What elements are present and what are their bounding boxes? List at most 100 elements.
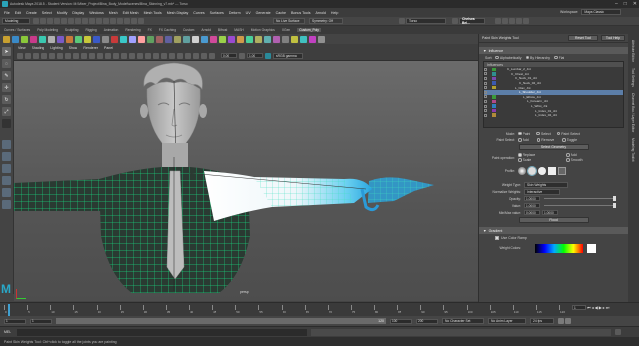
value-slider[interactable] xyxy=(544,203,616,208)
lock-icon[interactable] xyxy=(484,76,487,80)
menu-help[interactable]: Help xyxy=(331,11,338,15)
influence-color-swatch[interactable] xyxy=(492,85,496,90)
attribute-editor-icon[interactable] xyxy=(509,18,515,24)
shelf-tool-icon[interactable] xyxy=(219,35,226,43)
shelf-tool-icon[interactable] xyxy=(165,35,172,43)
fps-dropdown[interactable]: 24 fps xyxy=(530,318,554,324)
viewport-menu-show[interactable]: Show xyxy=(69,46,78,50)
gamma-icon[interactable] xyxy=(239,52,245,59)
shelf-tool-icon[interactable] xyxy=(48,35,55,43)
soft-brush-icon[interactable] xyxy=(527,166,537,176)
outliner-view-icon[interactable] xyxy=(2,164,11,173)
shelf-tool-icon[interactable] xyxy=(75,35,82,43)
influence-row[interactable]: L_Index_02_Jnt xyxy=(484,113,623,118)
lock-icon[interactable] xyxy=(484,86,487,90)
move-tool-icon[interactable]: ✛ xyxy=(2,83,11,92)
render-icon[interactable] xyxy=(124,18,130,24)
gate-mask-icon[interactable] xyxy=(73,52,79,59)
menu-edit[interactable]: Edit xyxy=(15,11,21,15)
workspace-selector[interactable]: Workspace: Maya Classic xyxy=(560,9,622,15)
lock-icon[interactable] xyxy=(484,104,487,108)
menu-uv[interactable]: UV xyxy=(246,11,251,15)
sort-option[interactable]: By Hierarchy xyxy=(525,56,550,60)
influence-color-swatch[interactable] xyxy=(492,81,496,85)
paint-op-option[interactable]: Add xyxy=(566,153,614,157)
mode-radio[interactable] xyxy=(556,131,561,136)
shelf-tool-icon[interactable] xyxy=(138,35,145,43)
selected-color-swatch[interactable] xyxy=(587,243,596,253)
select-hierarchy-icon[interactable] xyxy=(68,18,74,24)
shelf-tool-icon[interactable] xyxy=(309,35,316,43)
redo-icon[interactable] xyxy=(61,18,67,24)
shadows-icon[interactable] xyxy=(137,52,143,59)
shelf-tool-icon[interactable] xyxy=(300,35,307,43)
film-gate-icon[interactable] xyxy=(57,52,63,59)
shelf-tool-icon[interactable] xyxy=(174,35,181,43)
scale-tool-icon[interactable]: ⤢ xyxy=(2,107,11,116)
paint-select-radio[interactable] xyxy=(536,138,541,142)
xray-active-icon[interactable] xyxy=(193,52,199,59)
textured-icon[interactable] xyxy=(121,52,127,59)
value-field[interactable]: 1.0000 xyxy=(524,203,540,208)
rotate-tool-icon[interactable]: ↻ xyxy=(2,95,11,104)
menu-file[interactable]: File xyxy=(4,11,10,15)
shelf-tab-bifrost[interactable]: Bifrost xyxy=(218,28,227,32)
channel-box-icon[interactable] xyxy=(523,18,529,24)
history-icon[interactable] xyxy=(117,18,123,24)
maximize-icon[interactable]: □ xyxy=(624,1,627,7)
anim-prefs-icon[interactable] xyxy=(565,318,571,324)
shelf-tool-icon[interactable] xyxy=(318,35,325,43)
modeling-toolkit-icon[interactable] xyxy=(495,18,501,24)
range-start-field[interactable]: 1 xyxy=(30,318,52,324)
menu-create[interactable]: Create xyxy=(26,11,37,15)
depth-of-field-icon[interactable] xyxy=(169,52,175,59)
minimize-icon[interactable]: – xyxy=(615,1,618,7)
lock-icon[interactable] xyxy=(484,90,487,94)
influence-color-swatch[interactable] xyxy=(492,99,496,104)
script-editor-icon[interactable] xyxy=(615,329,622,335)
weight-type-dropdown[interactable]: Skin Weights xyxy=(524,181,568,188)
menu-edit-mesh[interactable]: Edit Mesh xyxy=(123,11,139,15)
shelf-tab-arnold[interactable]: Arnold xyxy=(201,28,211,32)
mode-radio[interactable] xyxy=(536,131,540,136)
anim-layer-dropdown[interactable]: No Anim Layer xyxy=(488,318,526,324)
shelf-tool-icon[interactable] xyxy=(111,35,118,43)
side-tab-tool-settings[interactable]: Tool Settings xyxy=(631,68,635,87)
image-plane-icon[interactable] xyxy=(41,52,47,59)
use-all-lights-icon[interactable] xyxy=(129,52,135,59)
menu-modify[interactable]: Modify xyxy=(57,11,68,15)
shelf-tool-icon[interactable] xyxy=(273,35,280,43)
end-time-field[interactable]: 200 xyxy=(416,318,438,324)
color-management-icon[interactable] xyxy=(265,52,271,59)
weight-color-ramp[interactable] xyxy=(535,243,583,253)
shelf-tab-motion-graphics[interactable]: Motion Graphics xyxy=(251,28,275,32)
influence-color-swatch[interactable] xyxy=(492,108,496,113)
menu-bonus-tools[interactable]: Bonus Tools xyxy=(291,11,311,15)
bookmarks-icon[interactable] xyxy=(33,52,39,59)
shelf-tool-icon[interactable] xyxy=(66,35,73,43)
shelf-tool-icon[interactable] xyxy=(3,35,10,43)
side-tab-channel-box-layer-editor[interactable]: Channel Box / Layer Editor xyxy=(631,93,635,132)
shelf-tool-icon[interactable] xyxy=(30,35,37,43)
new-scene-icon[interactable] xyxy=(33,18,39,24)
shelf-tool-icon[interactable] xyxy=(93,35,100,43)
lasso-tool-icon[interactable]: ◌ xyxy=(2,59,11,68)
side-tab-modeling-toolkit[interactable]: Modeling Toolkit xyxy=(631,138,635,162)
symmetry-dropdown[interactable]: Symmetry: Off xyxy=(309,18,343,24)
paint-select-option[interactable]: Add xyxy=(518,138,529,142)
shelf-tool-icon[interactable] xyxy=(192,35,199,43)
four-view-icon[interactable] xyxy=(2,152,11,161)
shelf-tab-custom[interactable]: Custom xyxy=(183,28,194,32)
shelf-tab-mash[interactable]: MASH xyxy=(234,28,244,32)
menu-mesh-display[interactable]: Mesh Display xyxy=(167,11,189,15)
shelf-tool-icon[interactable] xyxy=(156,35,163,43)
snap-grid-icon[interactable] xyxy=(89,18,95,24)
shelf-tool-icon[interactable] xyxy=(120,35,127,43)
shelf-tool-icon[interactable] xyxy=(39,35,46,43)
backface-icon[interactable] xyxy=(209,52,215,59)
current-frame-field[interactable]: 1 xyxy=(572,305,586,310)
mode-option[interactable]: Paint Select xyxy=(556,131,580,136)
influence-section-header[interactable]: ▼ Influence xyxy=(479,47,628,54)
screen-space-ao-icon[interactable] xyxy=(145,52,151,59)
exposure-field[interactable]: 0.00 xyxy=(221,53,237,58)
